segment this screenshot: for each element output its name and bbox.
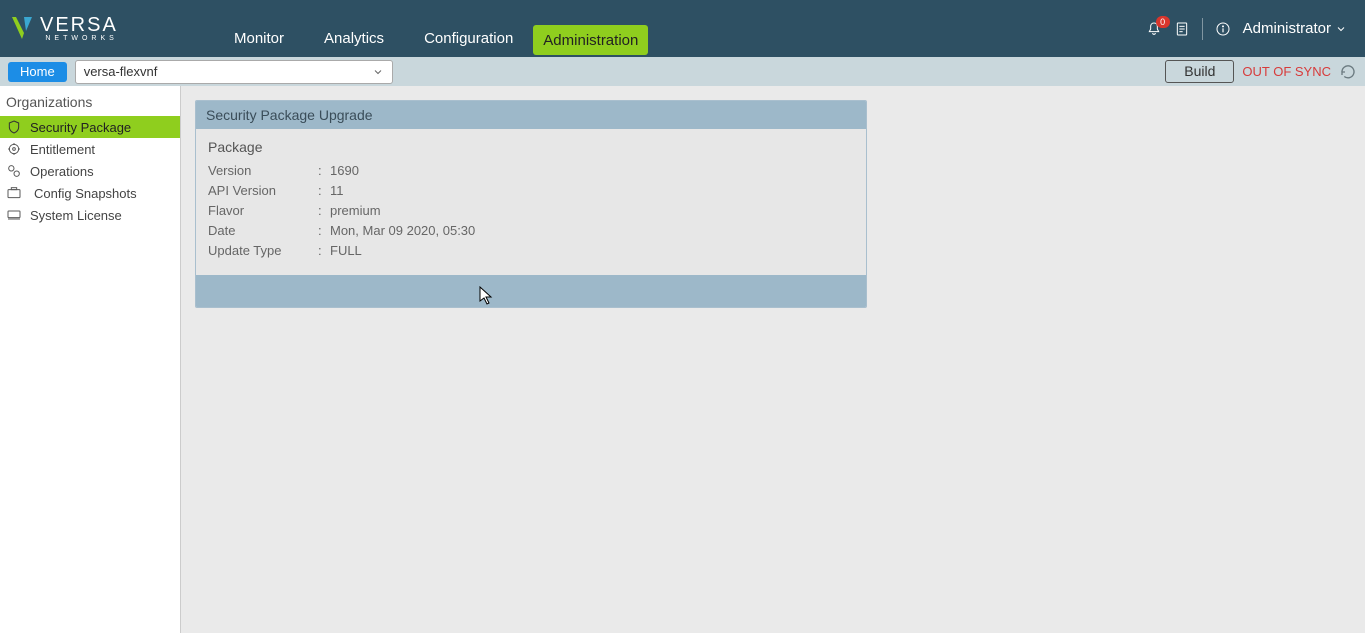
row-flavor: Flavor : premium [208, 201, 854, 221]
entitlement-icon [6, 141, 22, 157]
chevron-down-icon [1335, 23, 1347, 35]
value-flavor: premium [330, 201, 854, 221]
security-package-icon [6, 119, 22, 135]
row-update-type: Update Type : FULL [208, 241, 854, 261]
label-date: Date [208, 221, 318, 241]
appliance-selected-value: versa-flexvnf [84, 64, 158, 79]
brand-sub: NETWORKS [40, 35, 118, 42]
appliance-select[interactable]: versa-flexvnf [75, 60, 393, 84]
brand-name: VERSA [40, 15, 118, 35]
notification-badge: 0 [1156, 16, 1170, 28]
sidebar-item-entitlement[interactable]: Entitlement [0, 138, 180, 160]
tasks-button[interactable] [1174, 21, 1190, 37]
sidebar-item-config-snapshots[interactable]: Config Snapshots [0, 182, 180, 204]
sidebar-heading: Organizations [0, 90, 180, 116]
sidebar: Organizations Security Package Entitleme… [0, 86, 181, 633]
nav-tab-monitor[interactable]: Monitor [214, 21, 304, 55]
row-api-version: API Version : 11 [208, 181, 854, 201]
app-header: VERSA NETWORKS Monitor Analytics Configu… [0, 0, 1365, 57]
sidebar-item-label: Security Package [30, 120, 174, 135]
main-nav: Monitor Analytics Configuration Administ… [214, 0, 648, 57]
content-area: Security Package Upgrade Package Version… [181, 86, 1365, 633]
security-package-panel: Security Package Upgrade Package Version… [195, 100, 867, 308]
row-date: Date : Mon, Mar 09 2020, 05:30 [208, 221, 854, 241]
value-date: Mon, Mar 09 2020, 05:30 [330, 221, 854, 241]
info-icon [1215, 21, 1231, 37]
nav-tab-analytics[interactable]: Analytics [304, 21, 404, 55]
clipboard-icon [1174, 21, 1190, 37]
divider [1202, 18, 1203, 40]
notifications-button[interactable]: 0 [1146, 21, 1162, 37]
value-api-version: 11 [330, 181, 854, 201]
panel-title: Security Package Upgrade [196, 101, 866, 129]
panel-footer [196, 275, 866, 307]
label-update-type: Update Type [208, 241, 318, 261]
build-button[interactable]: Build [1165, 60, 1234, 83]
brand-logo: VERSA NETWORKS [0, 0, 210, 57]
nav-tab-administration[interactable]: Administration [533, 25, 648, 55]
refresh-icon[interactable] [1339, 63, 1357, 81]
sidebar-item-system-license[interactable]: System License [0, 204, 180, 226]
sidebar-item-label: Config Snapshots [30, 186, 174, 201]
sidebar-item-security-package[interactable]: Security Package [0, 116, 180, 138]
user-label: Administrator [1243, 20, 1331, 37]
value-update-type: FULL [330, 241, 854, 261]
sidebar-item-label: Entitlement [30, 142, 174, 157]
config-snapshots-icon [6, 185, 22, 201]
sidebar-item-operations[interactable]: Operations [0, 160, 180, 182]
value-version: 1690 [330, 161, 854, 181]
chevron-down-icon [372, 66, 384, 78]
home-button[interactable]: Home [8, 62, 67, 82]
label-api-version: API Version [208, 181, 318, 201]
label-flavor: Flavor [208, 201, 318, 221]
system-license-icon [6, 207, 22, 223]
user-menu[interactable]: Administrator [1243, 20, 1347, 37]
sidebar-item-label: Operations [30, 164, 174, 179]
logo-icon [10, 15, 34, 43]
nav-tab-configuration[interactable]: Configuration [404, 21, 533, 55]
info-button[interactable] [1215, 21, 1231, 37]
panel-section: Package [208, 139, 854, 155]
label-version: Version [208, 161, 318, 181]
operations-icon [6, 163, 22, 179]
sidebar-item-label: System License [30, 208, 174, 223]
row-version: Version : 1690 [208, 161, 854, 181]
toolbar: Home versa-flexvnf Build OUT OF SYNC [0, 57, 1365, 86]
sync-status: OUT OF SYNC [1242, 64, 1331, 79]
header-right: 0 Administrator [1146, 0, 1365, 57]
